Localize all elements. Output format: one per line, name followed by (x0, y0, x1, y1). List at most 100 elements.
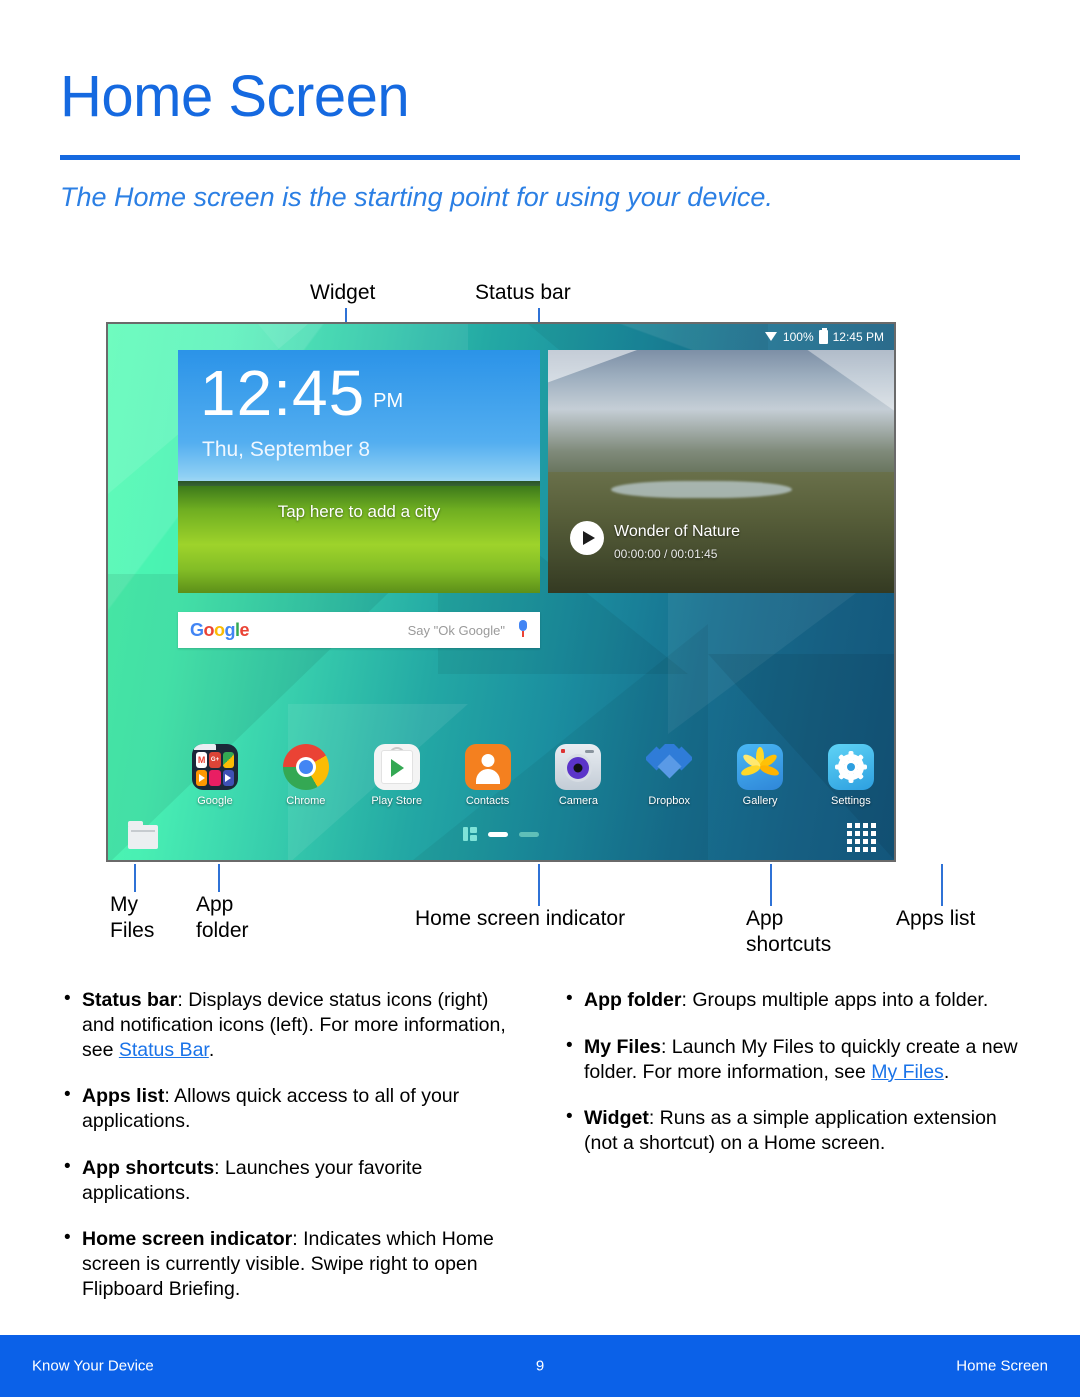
list-item: Home screen indicator: Indicates which H… (60, 1226, 522, 1301)
play-store-icon (373, 744, 420, 790)
video-timecode: 00:00:00 / 00:01:45 (614, 547, 718, 561)
bullet-term: Widget (584, 1107, 649, 1130)
list-item: Apps list: Allows quick access to all of… (60, 1083, 522, 1134)
callout-my-files-line2: Files (110, 919, 155, 943)
callout-status-bar: Status bar (475, 281, 571, 304)
link-status-bar[interactable]: Status Bar (119, 1039, 209, 1061)
status-bar-time: 12:45 PM (832, 330, 884, 344)
callout-widget: Widget (310, 281, 376, 304)
wifi-icon (764, 331, 778, 343)
bullet-tail: . (208, 1038, 215, 1061)
bullet-text: : Groups multiple apps into a folder. (681, 989, 989, 1011)
clock-weather-widget[interactable]: 12:45 PM Thu, September 8 Tap here to ad… (178, 350, 540, 593)
dropbox-icon (646, 744, 693, 790)
contacts-icon (464, 744, 511, 790)
home-screen-page-inactive[interactable] (519, 831, 539, 837)
page-footer: Know Your Device 9 Home Screen (0, 1335, 1080, 1397)
video-title: Wonder of Nature (614, 523, 740, 540)
app-shortcuts-row: Google Chrome Play Store Contacts (178, 744, 888, 807)
list-item: My Files: Launch My Files to quickly cre… (562, 1034, 1024, 1085)
page-subtitle: The Home screen is the starting point fo… (60, 182, 773, 212)
list-item: Widget: Runs as a simple application ext… (562, 1105, 1024, 1156)
callout-line-my-files (134, 864, 136, 892)
bullet-term: Home screen indicator (82, 1228, 293, 1251)
settings-icon (827, 744, 874, 790)
app-shortcut-camera[interactable]: Camera (541, 744, 615, 807)
home-screen-indicator[interactable] (463, 827, 539, 841)
title-divider (60, 155, 1020, 160)
app-shortcut-contacts[interactable]: Contacts (451, 744, 525, 807)
app-label: Chrome (286, 795, 326, 807)
app-label: Google (197, 795, 233, 807)
chrome-icon (282, 744, 329, 790)
video-mountain-scene (548, 350, 894, 491)
apps-grid-icon[interactable] (847, 823, 876, 852)
bullet-term: App folder (584, 989, 682, 1011)
gallery-icon (737, 744, 784, 790)
description-columns: Status bar: Displays device status icons… (60, 987, 1025, 1324)
microphone-icon[interactable] (517, 620, 528, 640)
widget-clock-meridiem: PM (373, 389, 404, 412)
google-logo: Google (190, 619, 250, 640)
app-label: Settings (831, 795, 871, 807)
callout-app-shortcuts: App shortcuts (746, 906, 831, 959)
app-shortcut-chrome[interactable]: Chrome (269, 744, 343, 807)
widget-date: Thu, September 8 (202, 438, 371, 461)
footer-section-label: Know Your Device (32, 1357, 154, 1375)
list-item: Status bar: Displays device status icons… (60, 987, 522, 1062)
description-column-right: App folder: Groups multiple apps into a … (562, 987, 1024, 1324)
camera-icon (555, 744, 602, 790)
app-shortcut-settings[interactable]: Settings (814, 744, 888, 807)
callout-app-folder: App folder (196, 892, 249, 945)
callout-app-folder-line1: App (196, 893, 234, 916)
list-item: App shortcuts: Launches your favorite ap… (60, 1155, 522, 1206)
bullet-term: App shortcuts (82, 1156, 215, 1179)
video-widget[interactable]: Wonder of Nature 00:00:00 / 00:01:45 (548, 350, 894, 593)
app-label: Dropbox (648, 795, 690, 807)
app-label: Contacts (465, 795, 510, 807)
callout-app-shortcuts-line2: shortcuts (746, 933, 832, 957)
widget-add-city-hint[interactable]: Tap here to add a city (178, 502, 540, 522)
bullet-tail: . (943, 1060, 950, 1083)
callout-home-screen-indicator: Home screen indicator (415, 907, 626, 930)
callout-app-shortcuts-line1: App (746, 907, 784, 930)
footer-topic-label: Home Screen (956, 1357, 1048, 1375)
description-column-left: Status bar: Displays device status icons… (60, 987, 522, 1324)
app-label: Play Store (371, 795, 423, 807)
callout-my-files: My Files (110, 892, 154, 945)
callout-line-app-shortcuts (770, 864, 772, 906)
google-search-hint: Say "Ok Google" (407, 622, 505, 638)
my-files-folder-icon[interactable] (128, 821, 158, 849)
bullet-term: Status bar (82, 989, 178, 1011)
app-shortcut-play-store[interactable]: Play Store (360, 744, 434, 807)
tablet-home-screen-screenshot: 100% 12:45 PM 12:45 PM Thu, September 8 … (106, 322, 896, 862)
app-shortcut-dropbox[interactable]: Dropbox (632, 744, 706, 807)
google-search-bar[interactable]: Google Say "Ok Google" (178, 612, 540, 648)
list-item: App folder: Groups multiple apps into a … (562, 987, 1024, 1013)
flipboard-briefing-icon[interactable] (463, 827, 477, 841)
app-label: Gallery (742, 795, 778, 807)
page-title: Home Screen (60, 64, 410, 129)
widget-clock-time: 12:45 (200, 357, 366, 429)
video-lake (610, 481, 792, 499)
app-shortcut-google-folder[interactable]: Google (178, 744, 252, 807)
footer-page-number: 9 (535, 1357, 545, 1375)
app-shortcut-gallery[interactable]: Gallery (723, 744, 797, 807)
app-label: Camera (558, 795, 598, 807)
callout-line-app-folder (218, 864, 220, 892)
callout-line-apps-list (941, 864, 943, 906)
google-folder-icon (192, 744, 238, 790)
bullet-term: Apps list (82, 1085, 165, 1108)
callout-line-home-screen-indicator (538, 864, 540, 906)
widget-time-row: 12:45 PM (200, 357, 404, 429)
manual-page: Home Screen The Home screen is the start… (0, 0, 1080, 1397)
home-screen-page-active[interactable] (488, 831, 508, 837)
play-icon[interactable] (570, 521, 604, 555)
link-my-files[interactable]: My Files (871, 1061, 944, 1083)
battery-icon (818, 327, 828, 344)
callout-apps-list: Apps list (896, 907, 976, 930)
bullet-term: My Files (584, 1035, 661, 1058)
dock-bar (108, 814, 894, 860)
callout-app-folder-line2: folder (196, 919, 249, 943)
battery-percent-label: 100% (782, 330, 814, 344)
